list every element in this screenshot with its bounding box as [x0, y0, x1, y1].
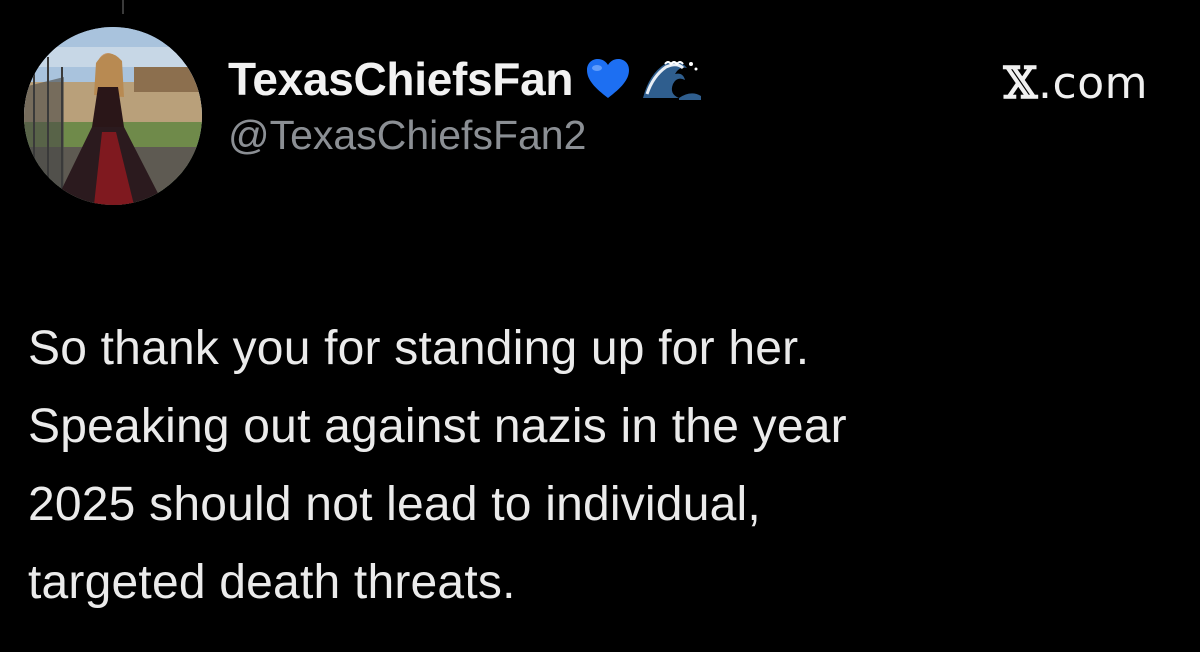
- tweet-text-line: So thank you for standing up for her.: [28, 322, 810, 375]
- x-logo-icon: 𝕏: [1003, 58, 1039, 109]
- tweet-header: TexasChiefsFan @TexasChiefsFan2: [228, 48, 704, 168]
- tweet-text: So thank you for standing up for her. Sp…: [28, 310, 1178, 622]
- site-domain: .com: [1038, 58, 1148, 109]
- tweet-text-line: 2025 should not lead to individual,: [28, 478, 761, 531]
- user-handle[interactable]: @TexasChiefsFan2: [228, 112, 703, 159]
- avatar[interactable]: [24, 27, 202, 205]
- display-name[interactable]: TexasChiefsFan: [228, 52, 573, 106]
- blue-heart-icon: [585, 57, 631, 101]
- name-row: TexasChiefsFan: [228, 48, 704, 110]
- tweet-text-line: targeted death threats.: [28, 556, 516, 609]
- site-label: 𝕏.com: [1003, 58, 1148, 109]
- tweet-text-line: Speaking out against nazis in the year: [28, 400, 847, 453]
- wave-icon: [639, 54, 704, 104]
- thread-connector-line: [122, 0, 124, 14]
